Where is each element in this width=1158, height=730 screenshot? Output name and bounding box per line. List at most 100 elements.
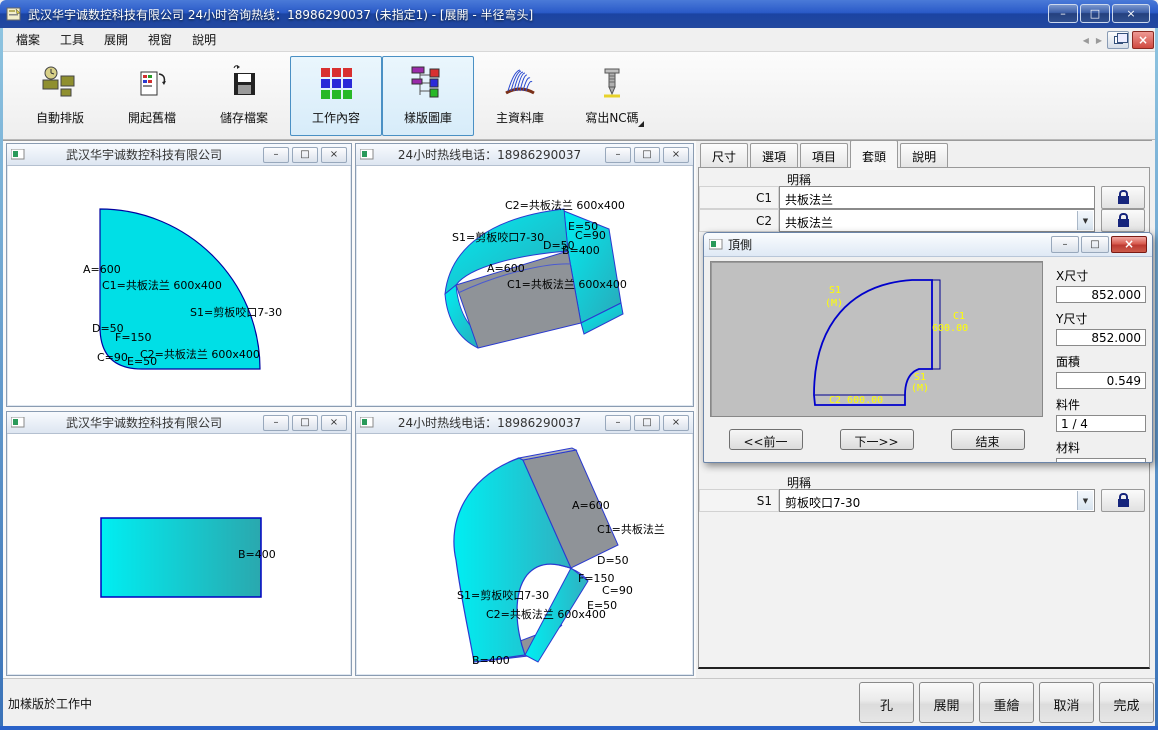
viewport-canvas[interactable]: B=400 — [8, 435, 350, 674]
dim-label: A=600 — [572, 499, 610, 512]
menubar: 檔案 工具 展開 視窗 說明 ◀ ▶ × — [0, 28, 1158, 52]
end-button[interactable]: 结束 — [951, 429, 1025, 450]
dim-label: C2=共板法兰 600x400 — [140, 346, 260, 362]
viewport-titlebar[interactable]: 24小时热线电话：18986290037 – □ × — [356, 144, 693, 166]
part-index-field[interactable]: 1 / 4 — [1056, 415, 1146, 432]
viewport-close-button[interactable]: × — [663, 147, 689, 163]
viewport-bottom-right[interactable]: 24小时热线电话：18986290037 – □ × — [355, 411, 694, 676]
elbow-3d-drawing — [357, 435, 692, 674]
template-library-button[interactable]: 樣版圖庫 — [382, 56, 474, 136]
canvas-label: 600.00 — [932, 323, 968, 334]
lock-button-s1[interactable] — [1101, 489, 1145, 512]
menu-unfold[interactable]: 展開 — [94, 27, 138, 52]
material-field[interactable] — [1056, 458, 1146, 463]
hole-button[interactable]: 孔 — [859, 682, 914, 723]
unfold-button[interactable]: 展開 — [919, 682, 974, 723]
viewport-minimize-button[interactable]: – — [263, 147, 289, 163]
redraw-button[interactable]: 重繪 — [979, 682, 1034, 723]
main-database-icon — [499, 63, 541, 103]
elbow-profile-outline — [711, 262, 1042, 416]
tab-collar[interactable]: 套頭 — [850, 140, 898, 168]
auto-layout-button[interactable]: 自動排版 — [14, 56, 106, 136]
tab-dimensions[interactable]: 尺寸 — [700, 143, 748, 168]
viewport-close-button[interactable]: × — [321, 147, 347, 163]
dim-label: C=90 — [97, 351, 128, 364]
close-icon: × — [1138, 33, 1148, 47]
cancel-button[interactable]: 取消 — [1039, 682, 1094, 723]
prev-button[interactable]: <<前一 — [729, 429, 803, 450]
viewport-canvas[interactable]: A=600 C1=共板法兰 D=50 F=150 C=90 E=50 S1=剪板… — [357, 435, 692, 674]
viewport-minimize-button[interactable]: – — [605, 147, 631, 163]
viewport-titlebar[interactable]: 武汉华宇诚数控科技有限公司 – □ × — [7, 144, 351, 166]
dim-label: B=400 — [472, 654, 510, 667]
toolbar-overflow-icon[interactable] — [638, 121, 644, 127]
lock-button-c1[interactable] — [1101, 186, 1145, 209]
top-side-dialog[interactable]: 頂側 – □ × S1 (M) C1 600.00 S1 (M) C2 600.… — [703, 232, 1153, 463]
mdi-close-button[interactable]: × — [1132, 31, 1154, 49]
seam-s1-dropdown[interactable]: 剪板咬口7-30 ▼ — [779, 489, 1095, 512]
dialog-close-button[interactable]: × — [1111, 236, 1147, 253]
field-label: Y尺寸 — [1056, 310, 1148, 327]
auto-layout-icon — [39, 63, 81, 103]
dim-label: C=90 — [602, 584, 633, 597]
minimize-icon: – — [274, 417, 279, 428]
close-icon: × — [330, 149, 338, 160]
next-button[interactable]: 下一>> — [840, 429, 914, 450]
nav-right-icon[interactable]: ▶ — [1094, 36, 1104, 45]
viewport-title: 武汉华宇诚数控科技有限公司 — [25, 414, 263, 431]
minimize-button[interactable]: – — [1048, 4, 1078, 23]
tab-help[interactable]: 說明 — [900, 143, 948, 168]
viewport-canvas[interactable]: A=600 C1=共板法兰 600x400 S1=剪板咬口7-30 D=50 F… — [8, 167, 350, 405]
viewport-top-left[interactable]: 武汉华宇诚数控科技有限公司 – □ × A=600 C1=共板法兰 600x40… — [6, 143, 352, 407]
finish-button[interactable]: 完成 — [1099, 682, 1154, 723]
open-file-icon — [131, 63, 173, 103]
dialog-maximize-button[interactable]: □ — [1081, 236, 1109, 253]
menu-window[interactable]: 視窗 — [138, 27, 182, 52]
viewport-maximize-button[interactable]: □ — [634, 415, 660, 431]
field-label: 料件 — [1056, 396, 1148, 413]
viewport-maximize-button[interactable]: □ — [634, 147, 660, 163]
viewport-minimize-button[interactable]: – — [605, 415, 631, 431]
mdi-restore-button[interactable] — [1107, 31, 1129, 49]
write-nc-button[interactable]: 寫出NC碼 — [566, 56, 658, 136]
lock-button-c2[interactable] — [1101, 209, 1145, 232]
dialog-minimize-button[interactable]: – — [1051, 236, 1079, 253]
menu-help[interactable]: 說明 — [182, 27, 226, 52]
connector-c1-field[interactable]: 共板法兰 — [779, 186, 1095, 209]
viewport-minimize-button[interactable]: – — [263, 415, 289, 431]
dialog-titlebar[interactable]: 頂側 – □ × — [704, 233, 1152, 257]
mdi-area: 武汉华宇诚数控科技有限公司 – □ × A=600 C1=共板法兰 600x40… — [0, 140, 696, 678]
chevron-down-icon[interactable]: ▼ — [1077, 211, 1093, 230]
menu-file[interactable]: 檔案 — [6, 27, 50, 52]
save-file-button[interactable]: 儲存檔案 — [198, 56, 290, 136]
nav-left-icon[interactable]: ◀ — [1081, 36, 1091, 45]
close-button[interactable]: × — [1112, 4, 1150, 23]
maximize-icon: □ — [300, 149, 309, 160]
viewport-titlebar[interactable]: 24小时热线电话：18986290037 – □ × — [356, 412, 693, 434]
viewport-top-right[interactable]: 24小时热线电话：18986290037 – □ × — [355, 143, 694, 407]
maximize-icon: □ — [1090, 239, 1099, 250]
x-size-field[interactable]: 852.000 — [1056, 286, 1146, 303]
viewport-titlebar[interactable]: 武汉华宇诚数控科技有限公司 – □ × — [7, 412, 351, 434]
maximize-button[interactable]: □ — [1080, 4, 1110, 23]
main-database-button[interactable]: 主資料庫 — [474, 56, 566, 136]
dim-label: C=90 — [575, 229, 606, 242]
statusbar-buttons: 孔 展開 重繪 取消 完成 — [859, 682, 1154, 723]
chevron-down-icon[interactable]: ▼ — [1077, 491, 1093, 510]
connector-c2-dropdown[interactable]: 共板法兰 ▼ — [779, 209, 1095, 232]
viewport-close-button[interactable]: × — [663, 415, 689, 431]
open-file-button[interactable]: 開起舊檔 — [106, 56, 198, 136]
y-size-field[interactable]: 852.000 — [1056, 329, 1146, 346]
viewport-close-button[interactable]: × — [321, 415, 347, 431]
viewport-canvas[interactable]: C2=共板法兰 600x400 S1=剪板咬口7-30 E=50 C=90 D=… — [357, 167, 692, 405]
viewport-maximize-button[interactable]: □ — [292, 415, 318, 431]
viewport-maximize-button[interactable]: □ — [292, 147, 318, 163]
dim-label: S1=剪板咬口7-30 — [457, 587, 549, 603]
menu-tools[interactable]: 工具 — [50, 27, 94, 52]
area-field[interactable]: 0.549 — [1056, 372, 1146, 389]
viewport-bottom-left[interactable]: 武汉华宇诚数控科技有限公司 – □ × B=400 — [6, 411, 352, 676]
tab-options[interactable]: 選項 — [750, 143, 798, 168]
profile-preview-canvas[interactable]: S1 (M) C1 600.00 S1 (M) C2 600.00 — [710, 261, 1043, 417]
work-content-button[interactable]: 工作內容 — [290, 56, 382, 136]
tab-items[interactable]: 項目 — [800, 143, 848, 168]
